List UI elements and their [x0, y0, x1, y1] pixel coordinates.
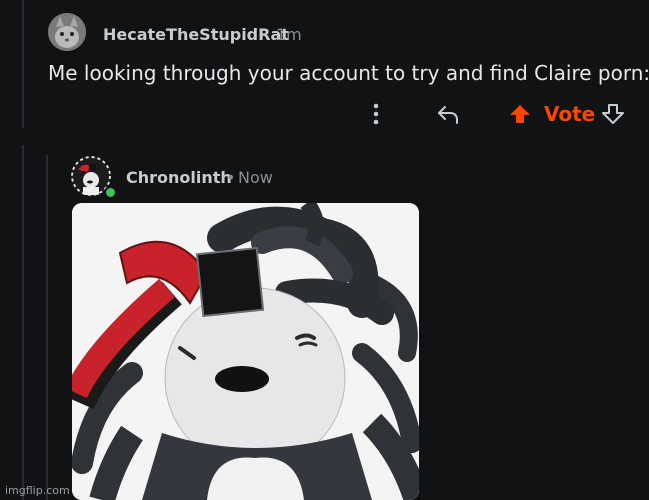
vertical-dots-icon — [373, 103, 379, 125]
comment2-timestamp: Now — [238, 168, 273, 187]
avatar-hecate[interactable] — [48, 13, 86, 51]
reply-arrow-icon — [438, 106, 458, 124]
thread-line-reply — [46, 155, 48, 500]
comment1-body: Me looking through your account to try a… — [48, 61, 649, 85]
upvote-button[interactable] — [507, 101, 533, 127]
downvote-arrow-icon — [602, 104, 624, 124]
avatar-render-image — [72, 203, 419, 500]
comment2-separator: • — [226, 168, 236, 187]
reply-button[interactable] — [434, 101, 462, 127]
vote-label[interactable]: Vote — [544, 102, 595, 126]
comment1-username[interactable]: HecateTheStupidRat — [103, 25, 289, 44]
downvote-button[interactable] — [600, 101, 626, 127]
online-status-dot — [104, 186, 117, 199]
comment1-timestamp: 1m — [276, 25, 302, 44]
comment2-image[interactable] — [72, 203, 419, 500]
thread-line-root — [22, 0, 24, 128]
rat-avatar-icon — [48, 13, 86, 51]
imgflip-watermark: imgflip.com — [5, 484, 70, 497]
more-options-button[interactable] — [366, 101, 386, 127]
thread-line-parent — [22, 145, 24, 500]
upvote-arrow-icon — [510, 105, 530, 123]
comment2-username[interactable]: Chronolinth — [126, 168, 232, 187]
